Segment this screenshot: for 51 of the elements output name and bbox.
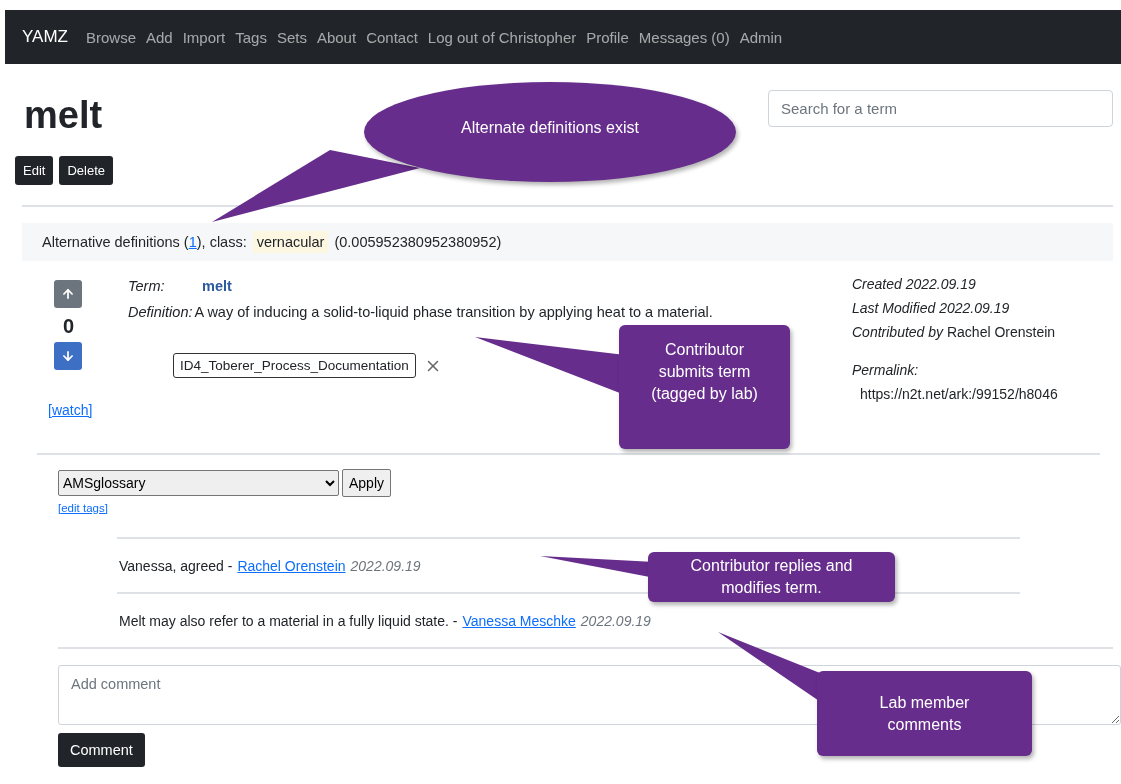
created-label: Created — [852, 276, 903, 292]
vote-score: 0 — [63, 314, 75, 339]
modified-date: 2022.09.19 — [939, 300, 1010, 316]
comment-button[interactable]: Comment — [58, 733, 145, 767]
comment-text: Vanessa, agreed - — [119, 557, 233, 574]
nav-link[interactable]: Add — [146, 28, 173, 46]
contributor-name: Rachel Orenstein — [946, 324, 1056, 340]
callout: Contributor replies and modifies term. — [648, 552, 895, 602]
brand-logo[interactable]: YAMZ — [22, 27, 68, 47]
nav-link[interactable]: Profile — [586, 28, 629, 46]
nav-link[interactable]: Messages (0) — [638, 28, 730, 46]
contributed-label: Contributed by — [852, 324, 945, 340]
alternatives-count-link[interactable]: 1 — [188, 234, 197, 250]
comment-date: 2022.09.19 — [350, 557, 421, 574]
apply-button[interactable]: Apply — [342, 469, 392, 497]
callout: Contributor submits term (tagged by lab) — [619, 325, 790, 449]
tag-select[interactable]: AMSglossary — [58, 470, 339, 496]
nav-link[interactable]: Contact — [366, 28, 418, 46]
modified-label: Last Modified — [852, 300, 937, 316]
action-button[interactable]: Edit — [15, 156, 54, 185]
callout: Lab member comments — [817, 671, 1032, 756]
class-tag: vernacular — [252, 231, 329, 253]
nav-link[interactable]: Tags — [235, 28, 267, 46]
permalink-label: Permalink: — [852, 361, 920, 380]
nav-link[interactable]: About — [316, 28, 357, 46]
search-field[interactable]: Search for a term — [768, 90, 1113, 127]
term-label: Term: — [128, 277, 166, 296]
alternatives-label: Alternative definitions ( — [42, 234, 189, 250]
comment-date: 2022.09.19 — [580, 612, 651, 629]
edit-tags-link[interactable]: [edit tags] — [58, 502, 108, 514]
class-label: ), class: — [196, 234, 247, 250]
term-value: melt — [202, 277, 232, 296]
nav-link[interactable]: Log out of Christopher — [427, 28, 577, 46]
class-score: (0.005952380952380952) — [334, 234, 502, 250]
nav-link[interactable]: Import — [182, 28, 226, 46]
comment-author-link[interactable]: Vanessa Meschke — [462, 612, 576, 629]
action-button[interactable]: Delete — [59, 156, 113, 185]
comment-author-link[interactable]: Rachel Orenstein — [237, 557, 346, 574]
watch-link[interactable]: [watch] — [48, 402, 93, 418]
nav-link[interactable]: Sets — [276, 28, 307, 46]
definition-text: A way of inducing a solid-to-liquid phase transition by applying heat to a material. — [194, 303, 713, 322]
upvote-button[interactable] — [54, 280, 82, 308]
created-date: 2022.09.19 — [905, 276, 976, 292]
term-title: melt — [24, 93, 104, 138]
comment-text: Melt may also refer to a material in a fully liquid state. - — [119, 612, 458, 629]
definition-label: Definition: — [128, 303, 193, 322]
nav-link[interactable]: Browse — [85, 28, 136, 46]
tag-field[interactable]: ID4_Toberer_Process_Documentation — [173, 353, 416, 378]
nav-link[interactable]: Admin — [739, 28, 783, 46]
permalink-url: https://n2t.net/ark:/99152/h8046 — [860, 385, 1059, 404]
downvote-button[interactable] — [54, 342, 82, 370]
